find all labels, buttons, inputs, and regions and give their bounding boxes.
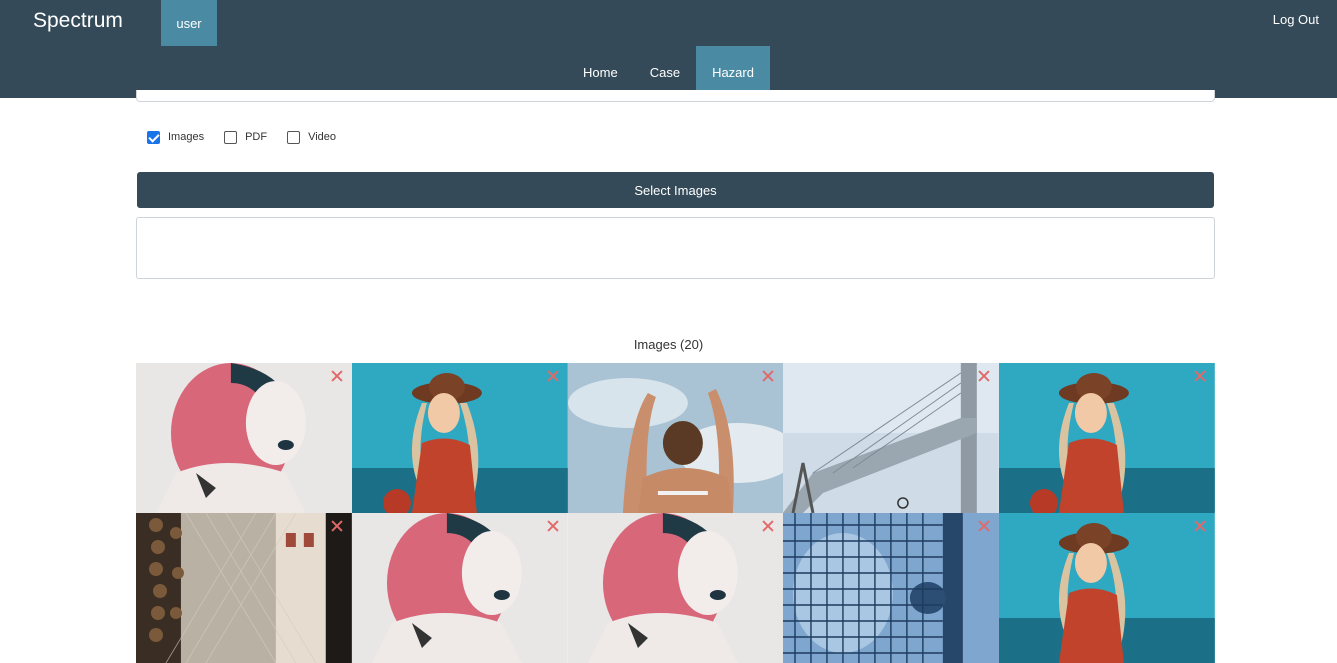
images-count-heading: Images (20) [633,337,704,352]
image-tile[interactable] [783,513,1000,663]
image-tile[interactable] [783,363,1000,513]
remove-icon[interactable] [761,519,775,533]
image-tile[interactable] [136,513,352,663]
remove-icon[interactable] [1193,519,1207,533]
pink-hair-portrait-image [567,513,784,663]
image-tile[interactable] [351,513,568,663]
image-tile[interactable] [567,363,784,513]
woman-hat-image [351,363,568,513]
video-checkbox[interactable] [287,130,301,144]
pdf-checkbox[interactable] [224,130,238,144]
image-tile[interactable] [999,513,1215,663]
arms-raised-image [567,363,784,513]
pink-hair-portrait-image [351,513,568,663]
images-checkbox[interactable] [147,130,160,144]
remove-icon[interactable] [977,369,991,383]
bridge-image [783,363,1000,513]
brand-logo[interactable]: Spectrum [33,8,123,34]
woman-hat-image [999,513,1215,663]
filter-pdf[interactable]: PDF [224,130,268,144]
file-drop-area[interactable] [136,217,1215,279]
image-tile[interactable] [351,363,568,513]
image-tile[interactable] [136,363,352,513]
remove-icon[interactable] [1193,369,1207,383]
remove-icon[interactable] [761,369,775,383]
text-field[interactable] [136,90,1215,102]
remove-icon[interactable] [546,519,560,533]
pdf-checkbox-label: PDF [245,131,268,143]
file-type-filters: Images PDF Video [147,129,356,145]
image-gallery [136,363,1215,663]
filter-video[interactable]: Video [287,130,337,144]
remove-icon[interactable] [330,519,344,533]
woman-hat-image [999,363,1215,513]
video-checkbox-label: Video [308,131,337,143]
user-menu[interactable]: user [161,0,217,46]
image-tile[interactable] [567,513,784,663]
image-tile[interactable] [999,363,1215,513]
select-images-button[interactable]: Select Images [137,172,1214,208]
net-window-image [136,513,352,663]
remove-icon[interactable] [330,369,344,383]
top-navbar: Spectrum user Log Out Home Case Hazard [0,0,1337,98]
images-checkbox-label: Images [168,131,205,143]
filter-images[interactable]: Images [147,130,205,144]
remove-icon[interactable] [546,369,560,383]
remove-icon[interactable] [977,519,991,533]
logout-link[interactable]: Log Out [1273,12,1319,27]
blue-grid-fence-image [783,513,1000,663]
pink-hair-portrait-image [136,363,352,513]
